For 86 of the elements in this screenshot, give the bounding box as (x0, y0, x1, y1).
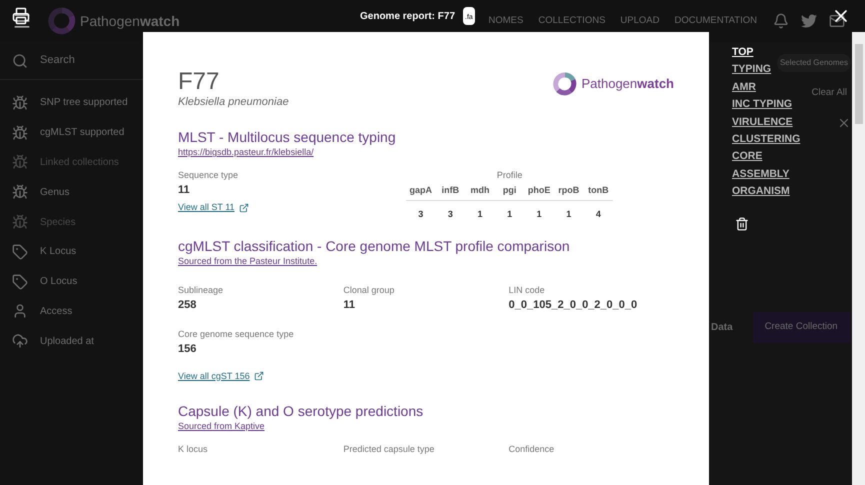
nav-link[interactable]: UPLOAD (620, 14, 660, 28)
view-all-link[interactable]: View all ST 11 (178, 202, 249, 213)
bug-icon (12, 124, 28, 141)
table-cell-text: 3 (446, 208, 454, 220)
toc-link[interactable]: INC TYPING (732, 96, 792, 114)
bug-icon (12, 214, 28, 230)
external-link-icon (254, 370, 264, 381)
table-cell-text: 3 (417, 208, 424, 220)
print-icon[interactable] (12, 7, 30, 25)
table-cell-text: 1 (506, 208, 514, 220)
report-title: Genome report: F77 (360, 10, 456, 24)
data-label: Data (711, 320, 733, 335)
table-cell-text: 4 (594, 208, 602, 220)
profile-label: Profile (496, 170, 522, 181)
trash-icon[interactable] (735, 216, 749, 231)
logo-icon (48, 7, 76, 35)
table-cell-text: 1 (476, 208, 484, 220)
field-value: 156 (178, 343, 198, 357)
table-cell-text: 1 (565, 208, 572, 220)
field-label: Clonal group (343, 284, 396, 296)
filter-label[interactable]: K Locus (40, 244, 76, 260)
logo-text: Pathogenwatch (80, 12, 180, 31)
field-value: 11 (343, 299, 356, 313)
toc-link[interactable]: VIRULENCE (732, 114, 793, 132)
field-label: Sublineage (178, 284, 224, 296)
selected-genomes-pill[interactable]: Selected Genomes (776, 54, 851, 72)
scrollbar-thumb[interactable] (854, 44, 862, 124)
toc-link[interactable]: CLUSTERING (732, 131, 800, 148)
bell-icon[interactable] (773, 13, 789, 29)
filter-label[interactable]: Access (40, 304, 72, 319)
toc-link[interactable]: ASSEMBLY (732, 166, 790, 184)
search-field[interactable]: Search (40, 52, 130, 69)
logo-icon (553, 72, 578, 96)
species-name: Klebsiella pneumoniae (178, 96, 289, 110)
source-link[interactable]: Sourced from the Pasteur Institute. (178, 256, 318, 266)
toc-link[interactable]: AMR (732, 78, 756, 96)
table-header: pgi (502, 184, 518, 196)
toc-link[interactable]: CORE (732, 148, 762, 166)
cloud-upload-icon (12, 333, 28, 350)
filter-label[interactable]: cgMLST supported (40, 125, 124, 140)
filter-label[interactable]: Genus (40, 184, 70, 200)
clear-all-link[interactable]: Clear All (812, 86, 847, 100)
section-heading: Capsule (K) and O serotype predictions (178, 403, 424, 420)
bug-icon (12, 154, 28, 170)
table-header: phoE (526, 184, 552, 196)
logo-text: Pathogenwatch (581, 76, 674, 92)
toc-link[interactable]: TOP (732, 44, 754, 62)
field-label: Predicted capsule type (343, 444, 436, 456)
toc-link[interactable]: ORGANISM (732, 183, 790, 201)
person-icon (12, 303, 28, 320)
filter-label[interactable]: SNP tree supported (40, 95, 128, 110)
bug-icon (12, 94, 28, 111)
genome-name: F77 (178, 68, 220, 96)
field-value: 258 (178, 299, 198, 313)
create-collection-button[interactable]: Create Collection (752, 312, 850, 342)
field-label: LIN code (508, 284, 546, 296)
filter-label[interactable]: O Locus (40, 274, 78, 290)
table-header: rpoB (557, 184, 580, 196)
field-value: 11 (178, 184, 191, 198)
field-label: Confidence (508, 444, 556, 456)
nav-link[interactable]: COLLECTIONS (538, 14, 606, 28)
field-label: Core genome sequence type (178, 328, 295, 340)
mail-icon[interactable] (829, 13, 845, 29)
table-cell-text: 1 (536, 208, 543, 220)
tag-icon (12, 244, 28, 260)
section-heading: cgMLST classification - Core genome MLST profile comparison (178, 238, 571, 254)
tag-icon (12, 274, 28, 290)
field-label: K locus (178, 444, 209, 456)
view-all-link[interactable]: View all cgST 156 (178, 370, 264, 382)
section-heading: MLST - Multilocus sequence typing (178, 129, 397, 146)
bug-icon (12, 184, 28, 200)
nav-link[interactable]: DOCUMENTATION (674, 14, 757, 28)
toc-link[interactable]: TYPING (732, 61, 772, 79)
field-label: Sequence type (178, 170, 240, 181)
filter-label[interactable]: Uploaded at (40, 334, 94, 349)
external-link-icon (238, 202, 249, 213)
source-link[interactable]: Sourced from Kaptive (178, 421, 265, 432)
table-header: gapA (408, 184, 434, 196)
table-header: infB (440, 184, 460, 196)
nav-link[interactable]: NOMES (488, 14, 524, 28)
source-link[interactable]: https://bigsdb.pasteur.fr/klebsiella/ (178, 147, 314, 158)
bird-icon[interactable] (801, 13, 817, 29)
field-value: 0_0_105_2_0_0_2_0_0_0 (508, 299, 638, 313)
table-header: tonB (587, 184, 610, 196)
search-icon (12, 52, 28, 68)
table-header: mdh (469, 184, 490, 196)
